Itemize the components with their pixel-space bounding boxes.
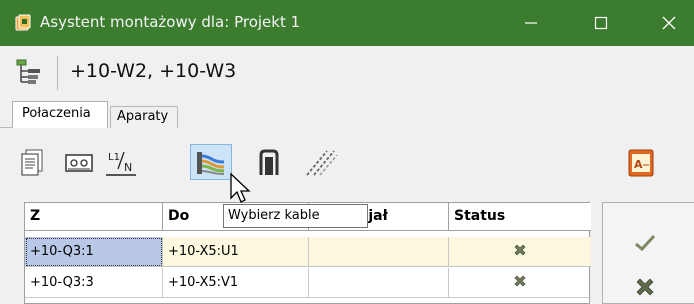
- close-icon: [662, 16, 676, 30]
- reject-button[interactable]: [630, 272, 660, 302]
- tab-connections-label: Połaczenia: [22, 106, 91, 121]
- cell-status[interactable]: [449, 268, 591, 298]
- minimize-button[interactable]: [508, 0, 554, 46]
- report-button[interactable]: A: [626, 148, 656, 178]
- cell-z[interactable]: +10-Q3:1: [25, 237, 163, 267]
- maximize-icon: [594, 16, 608, 30]
- header-separator: [57, 56, 58, 90]
- phase-neutral-button[interactable]: L1 N: [104, 146, 138, 180]
- app-icon: [15, 14, 31, 31]
- svg-text:A: A: [634, 158, 643, 171]
- title-bar[interactable]: Asystent montażowy dla: Projekt 1: [0, 0, 694, 46]
- phase-neutral-icon: L1 N: [106, 151, 136, 176]
- cell-potential[interactable]: [309, 268, 449, 298]
- wires-button[interactable]: [304, 146, 338, 180]
- tab-devices[interactable]: Aparaty: [110, 106, 178, 128]
- report-icon: A: [628, 149, 654, 177]
- document-icon: [21, 149, 43, 176]
- tree-structure-icon: [16, 59, 40, 84]
- accept-button[interactable]: [630, 228, 660, 258]
- x-icon: [514, 275, 526, 287]
- cell-status[interactable]: [449, 237, 591, 267]
- window-title: Asystent montażowy dla: Projekt 1: [40, 13, 301, 31]
- column-header-status[interactable]: Status: [449, 203, 591, 231]
- checkmark-icon: [635, 234, 656, 252]
- terminal-button[interactable]: [62, 146, 96, 180]
- maximize-button[interactable]: [578, 0, 624, 46]
- connector-button[interactable]: [252, 146, 286, 180]
- minimize-icon: [525, 22, 537, 24]
- cell-potential[interactable]: [309, 237, 449, 267]
- svg-text:L1: L1: [108, 152, 120, 163]
- assembly-assistant-window: Asystent montażowy dla: Projekt 1 +10-W2…: [0, 0, 694, 304]
- tab-connections[interactable]: Połaczenia: [12, 101, 108, 128]
- close-button[interactable]: [646, 0, 692, 46]
- mouse-cursor-icon: [230, 172, 251, 203]
- cross-icon: [636, 278, 654, 296]
- svg-text:N: N: [124, 161, 132, 174]
- tab-devices-label: Aparaty: [117, 109, 169, 124]
- tooltip: Wybierz kable: [223, 204, 368, 228]
- x-icon: [514, 244, 526, 256]
- cell-z[interactable]: +10-Q3:3: [25, 268, 163, 298]
- select-cables-icon: [197, 152, 225, 175]
- document-button[interactable]: [16, 146, 50, 180]
- header-title: +10-W2, +10-W3: [70, 60, 237, 82]
- connector-icon: [259, 149, 279, 175]
- wires-icon: [306, 150, 338, 176]
- column-header-z[interactable]: Z: [25, 203, 163, 231]
- cell-do[interactable]: +10-X5:U1: [163, 237, 309, 267]
- terminal-icon: [65, 154, 93, 172]
- cell-do[interactable]: +10-X5:V1: [163, 268, 309, 298]
- select-cables-button[interactable]: [190, 144, 232, 180]
